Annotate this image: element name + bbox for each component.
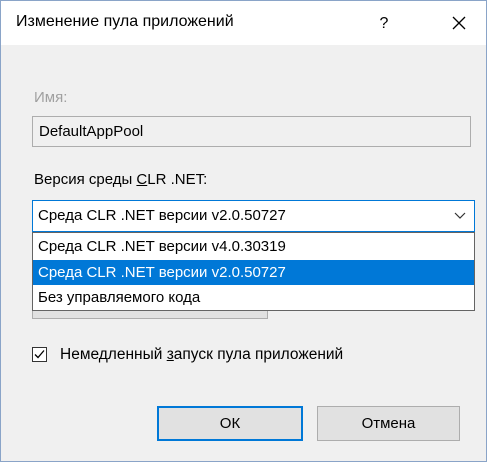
close-button[interactable] <box>439 7 479 39</box>
dialog-title: Изменение пула приложений <box>16 13 234 30</box>
obscured-control-edge <box>32 311 268 319</box>
cancel-button[interactable]: Отмена <box>317 406 460 441</box>
edit-app-pool-dialog: Изменение пула приложений ? Имя: Default… <box>0 0 487 462</box>
chevron-down-icon <box>454 212 466 219</box>
name-field: DefaultAppPool <box>32 116 471 147</box>
ok-button[interactable]: ОК <box>157 406 303 441</box>
clr-version-dropdown-list: Среда CLR .NET версии v4.0.30319 Среда C… <box>32 232 475 311</box>
clr-version-selected-value: Среда CLR .NET версии v2.0.50727 <box>38 207 286 224</box>
name-label: Имя: <box>34 89 68 106</box>
start-immediately-label: Немедленный запуск пула приложений <box>60 346 344 363</box>
clr-version-label: Версия среды CLR .NET: <box>34 171 208 188</box>
clr-option-v2[interactable]: Среда CLR .NET версии v2.0.50727 <box>33 260 474 285</box>
clr-version-select[interactable]: Среда CLR .NET версии v2.0.50727 <box>32 200 475 232</box>
checkmark-icon <box>34 350 45 359</box>
clr-option-v4[interactable]: Среда CLR .NET версии v4.0.30319 <box>33 234 474 259</box>
clr-option-no-managed-code[interactable]: Без управляемого кода <box>33 285 474 310</box>
close-icon <box>452 16 466 30</box>
help-button[interactable]: ? <box>369 9 399 39</box>
title-bar[interactable]: Изменение пула приложений ? <box>1 1 486 45</box>
start-immediately-checkbox[interactable] <box>32 347 47 362</box>
